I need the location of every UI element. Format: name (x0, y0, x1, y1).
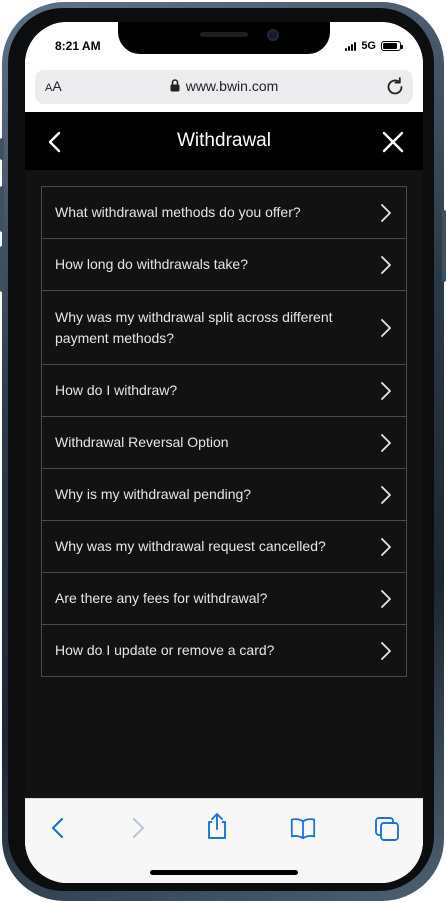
reload-icon[interactable] (383, 75, 407, 99)
status-indicators: 5G (345, 40, 403, 52)
signal-icon (345, 41, 357, 51)
chevron-right-icon (381, 537, 391, 556)
notch (118, 22, 330, 54)
chevron-right-icon (381, 589, 391, 608)
battery-level (383, 43, 398, 49)
side-button-volume-up (0, 186, 4, 232)
faq-item[interactable]: How do I withdraw? (42, 365, 406, 417)
back-icon[interactable] (45, 815, 73, 841)
chevron-right-icon (381, 641, 391, 660)
faq-item-label: Are there any fees for withdrawal? (55, 590, 268, 606)
side-button-power (442, 210, 446, 282)
bookmarks-icon[interactable] (289, 815, 317, 841)
home-indicator[interactable] (150, 870, 298, 875)
lock-icon (170, 79, 180, 92)
faq-item-label: Why was my withdrawal split across diffe… (55, 308, 333, 346)
chevron-right-icon (381, 318, 391, 337)
status-time: 8:21 AM (55, 39, 101, 53)
faq-item-label: Why is my withdrawal pending? (55, 486, 252, 502)
speaker-grille (200, 32, 248, 37)
address-bar[interactable]: AA www.bwin.com (35, 70, 413, 104)
url-display[interactable]: www.bwin.com (35, 78, 413, 94)
chevron-right-icon (381, 203, 391, 222)
share-icon[interactable] (203, 811, 231, 841)
faq-item-label: Withdrawal Reversal Option (55, 434, 229, 450)
close-icon[interactable] (377, 126, 409, 158)
status-bar: 8:21 AM 5G (25, 22, 423, 70)
chevron-right-icon (381, 381, 391, 400)
faq-item[interactable]: Why was my withdrawal split across diffe… (42, 291, 406, 365)
faq-item[interactable]: How do I update or remove a card? (42, 625, 406, 677)
battery-icon (381, 41, 403, 51)
browser-address-area: AA www.bwin.com (25, 70, 423, 112)
chevron-right-icon (381, 255, 391, 274)
faq-list: What withdrawal methods do you offer? How… (41, 186, 407, 677)
network-label: 5G (361, 40, 376, 52)
faq-item-label: What withdrawal methods do you offer? (55, 204, 301, 220)
side-button-volume-down (0, 246, 4, 292)
faq-item[interactable]: What withdrawal methods do you offer? (42, 187, 406, 239)
chevron-right-icon (381, 433, 391, 452)
url-text: www.bwin.com (185, 78, 279, 94)
faq-item[interactable]: Why is my withdrawal pending? (42, 469, 406, 521)
faq-item[interactable]: How long do withdrawals take? (42, 239, 406, 291)
faq-content: What withdrawal methods do you offer? How… (25, 170, 423, 798)
faq-item-label: How do I update or remove a card? (55, 642, 275, 658)
front-camera (267, 29, 279, 41)
faq-item-label: Why was my withdrawal request cancelled? (55, 538, 326, 554)
faq-item-label: How do I withdraw? (55, 382, 178, 398)
page-title: Withdrawal (177, 130, 271, 151)
faq-item-label: How long do withdrawals take? (55, 256, 248, 272)
faq-item[interactable]: Are there any fees for withdrawal? (42, 573, 406, 625)
app-header: Withdrawal (25, 112, 423, 170)
faq-item[interactable]: Withdrawal Reversal Option (42, 417, 406, 469)
chevron-right-icon (381, 485, 391, 504)
forward-icon[interactable] (123, 815, 151, 841)
faq-item[interactable]: Why was my withdrawal request cancelled? (42, 521, 406, 573)
screen: 8:21 AM 5G AA www.bwin.com Withdrawal Wh… (25, 22, 423, 883)
side-button-silent (0, 138, 4, 160)
tabs-icon[interactable] (373, 815, 401, 841)
